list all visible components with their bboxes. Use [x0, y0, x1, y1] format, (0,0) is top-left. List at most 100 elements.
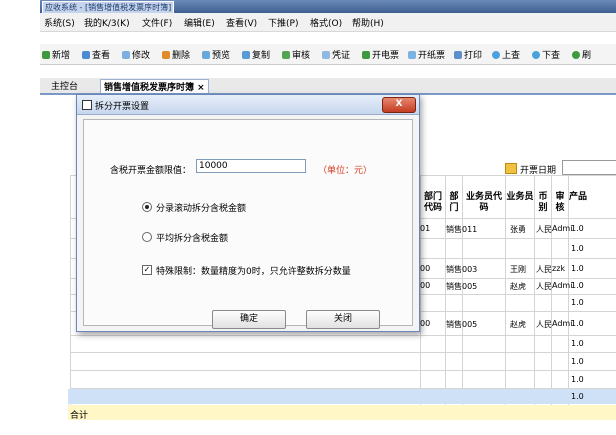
audit-icon [282, 51, 290, 59]
table-cell: 00 [420, 264, 431, 273]
table-cell: 张勇 [510, 225, 526, 234]
paper-invoice-icon [408, 51, 416, 59]
column-header-product[interactable]: 产品 [569, 192, 609, 203]
column-header-dept[interactable]: 部门 [446, 192, 462, 214]
amount-limit-label: 含税开票金额限值： [110, 166, 192, 176]
table-cell: 1.0 [571, 392, 584, 401]
preview-icon [202, 51, 210, 59]
dialog-title: 拆分开票设置 [95, 102, 150, 112]
table-cell: 销售011 [446, 225, 478, 234]
table-cell: Admi [552, 281, 573, 290]
special-limit-checkbox[interactable]: ✓ [142, 265, 152, 275]
unit-label: （单位：元） [318, 166, 373, 176]
rolling-split-label[interactable]: 分录滚动拆分含税金额 [156, 201, 246, 214]
filter-date-input[interactable] [562, 160, 616, 175]
total-row: 合计 [68, 405, 616, 421]
dialog-icon [82, 100, 92, 110]
toolbar-down-button[interactable]: 下查 [532, 48, 560, 61]
rolling-split-radio[interactable] [142, 202, 152, 212]
toolbar-view-button[interactable]: 查看 [82, 48, 110, 61]
toolbar-copy-button[interactable]: 复制 [242, 48, 270, 61]
menu-view[interactable]: 查看(V) [226, 16, 257, 29]
dialog-close-button[interactable]: X [382, 97, 416, 113]
table-cell: 1.0 [571, 319, 584, 328]
table-cell: 1.0 [571, 281, 584, 290]
table-cell: 01 [420, 224, 431, 233]
grid-line [70, 335, 616, 336]
table-cell: Admi [552, 224, 573, 233]
voucher-icon [322, 51, 330, 59]
toolbar-refresh-button[interactable]: 刷 [572, 48, 591, 61]
table-cell: 赵虎 [510, 320, 526, 329]
table-cell: 00 [420, 281, 431, 290]
toolbar-paper-invoice-button[interactable]: 开纸票 [408, 48, 445, 61]
grid-line [505, 175, 506, 420]
calendar-icon[interactable] [505, 163, 517, 174]
table-cell: 赵虎 [510, 282, 526, 291]
table-cell: 1.0 [571, 298, 584, 307]
toolbar-new-button[interactable]: 新增 [42, 48, 70, 61]
print-icon [454, 51, 462, 59]
menu-format[interactable]: 格式(O) [310, 16, 342, 29]
table-cell: Admi [552, 319, 573, 328]
tab-invoice-list[interactable]: 销售增值税发票序时簿 × [100, 79, 209, 93]
up-icon [492, 51, 500, 59]
toolbar-edit-button[interactable]: 修改 [122, 48, 150, 61]
grid-line [568, 175, 569, 420]
toolbar-print-button[interactable]: 打印 [454, 48, 482, 61]
column-header-dept-code[interactable]: 部门代码 [421, 192, 445, 214]
toolbar-delete-button[interactable]: 删除 [162, 48, 190, 61]
view-icon [82, 51, 90, 59]
table-cell: 1.0 [571, 357, 584, 366]
copy-icon [242, 51, 250, 59]
toolbar-audit-button[interactable]: 审核 [282, 48, 310, 61]
menu-help[interactable]: 帮助(H) [352, 16, 384, 29]
column-header-currency[interactable]: 币别 [535, 192, 551, 214]
table-cell: 王刚 [510, 265, 526, 274]
toolbar-preview-button[interactable]: 预览 [202, 48, 230, 61]
table-cell: 销售005 [446, 320, 478, 329]
table-cell: 1.0 [571, 375, 584, 384]
close-button[interactable]: 关闭 [306, 310, 380, 329]
menu-file[interactable]: 文件(F) [142, 16, 172, 29]
table-cell: 人民 [536, 265, 552, 274]
grid-line [70, 370, 616, 371]
dialog-content-panel: 含税开票金额限值： （单位：元） 分录滚动拆分含税金额 平均拆分含税金额 ✓ 特… [83, 119, 413, 329]
average-split-radio[interactable] [142, 232, 152, 242]
edit-icon [122, 51, 130, 59]
grid-line [70, 175, 71, 420]
average-split-label[interactable]: 平均拆分含税金额 [156, 231, 228, 244]
menu-edit[interactable]: 编辑(E) [184, 16, 215, 29]
column-header-audit[interactable]: 审核 [552, 192, 568, 214]
refresh-icon [572, 51, 580, 59]
table-cell: 1.0 [571, 244, 584, 253]
selected-table-row[interactable]: 1.0 [68, 389, 616, 404]
toolbar: 新增 查看 修改 删除 预览 复制 审核 凭证 开电票 开纸票 打印 上查 下查… [40, 44, 616, 65]
table-cell: 1.0 [571, 264, 584, 273]
total-label: 合计 [70, 411, 89, 421]
menu-push[interactable]: 下推(P) [268, 16, 298, 29]
ok-button[interactable]: 确定 [212, 310, 286, 329]
window-titlebar: 应收系统 - [销售增值税发票序时簿] [40, 0, 616, 14]
column-header-salesman-code[interactable]: 业务员代码 [463, 192, 505, 214]
menu-mykis[interactable]: 我的K/3(K) [84, 16, 130, 29]
tab-bar: 主控台 销售增值税发票序时簿 × [40, 78, 616, 95]
table-cell: 人民 [536, 282, 552, 291]
special-limit-label[interactable]: 特殊限制：数量精度为0时，只允许整数拆分数量 [156, 264, 351, 277]
split-invoice-dialog: 拆分开票设置 X 含税开票金额限值： （单位：元） 分录滚动拆分含税金额 平均拆… [76, 94, 420, 332]
table-cell: 销售003 [446, 265, 478, 274]
menu-bar: 系统(S) 我的K/3(K) 文件(F) 编辑(E) 查看(V) 下推(P) 格… [40, 13, 616, 32]
new-icon [42, 51, 50, 59]
menu-system[interactable]: 系统(S) [44, 16, 75, 29]
toolbar-voucher-button[interactable]: 凭证 [322, 48, 350, 61]
tab-home[interactable]: 主控台 [48, 79, 81, 92]
e-invoice-icon [362, 51, 370, 59]
toolbar-e-invoice-button[interactable]: 开电票 [362, 48, 399, 61]
table-cell: 1.0 [571, 339, 584, 348]
column-header-salesman[interactable]: 业务员 [506, 192, 534, 203]
toolbar-up-button[interactable]: 上查 [492, 48, 520, 61]
dialog-titlebar[interactable]: 拆分开票设置 X [77, 95, 419, 115]
amount-limit-input[interactable] [196, 159, 306, 173]
table-cell: 销售005 [446, 282, 478, 291]
delete-icon [162, 51, 170, 59]
